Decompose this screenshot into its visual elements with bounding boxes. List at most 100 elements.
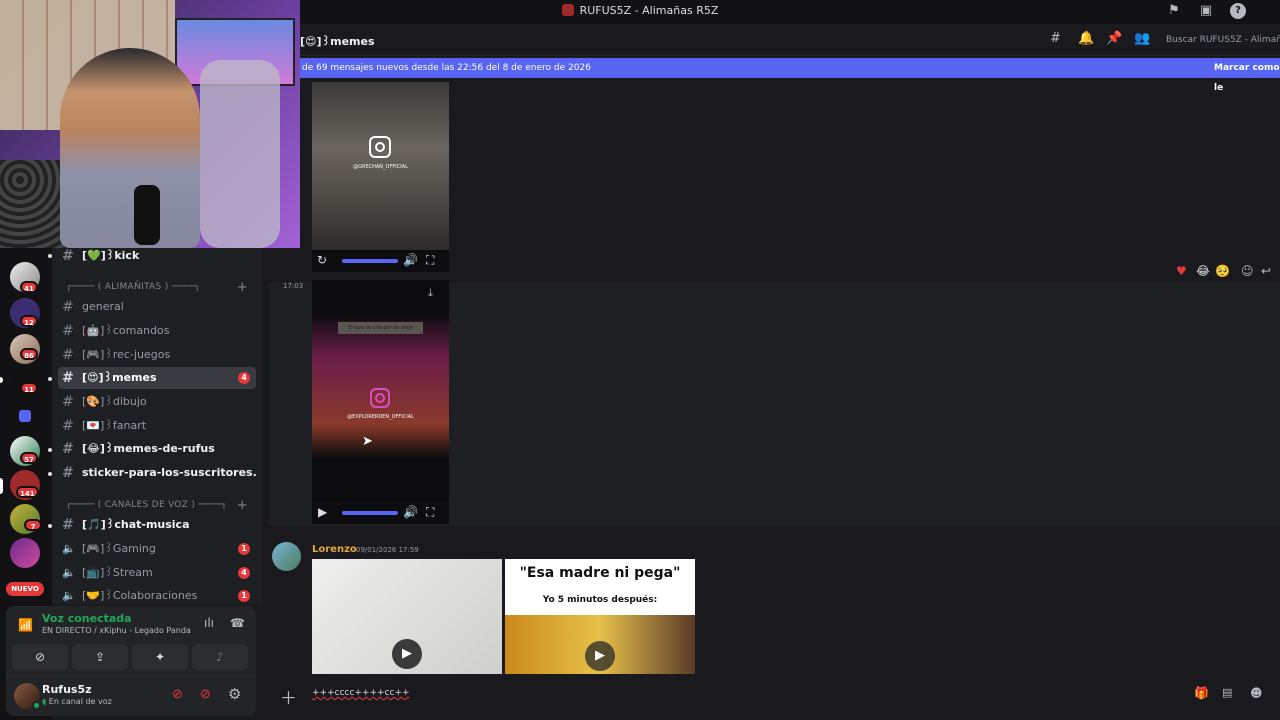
help-icon[interactable]: ? [1230,3,1246,19]
fullscreen-icon[interactable]: ⛶ [426,253,434,268]
video-embed[interactable]: ⤓ El que se cita por de aloja @EXPLORERD… [312,280,449,502]
activities-button[interactable]: ✦ [132,644,188,670]
unread-dot [48,377,52,381]
sad-reaction[interactable]: 🥺 [1215,264,1230,278]
deafen-icon[interactable]: ⊘ [200,687,211,702]
new-messages-bar[interactable]: de 69 mensajes nuevos desde las 22:56 de… [300,58,1280,93]
add-channel-icon[interactable]: + [237,280,248,295]
gif-icon[interactable]: ▤ [1222,686,1232,699]
mark-as-read-button[interactable]: Marcar como le [1214,58,1280,98]
channel-sticker[interactable]: # sticker-para-los-suscritores... [58,462,256,484]
meme-title: "Esa madre ni pega" [519,565,681,581]
author-avatar[interactable] [272,542,301,571]
unread-dot [48,472,52,476]
laugh-reaction[interactable]: 😂 [1196,264,1210,278]
hash-icon: # [62,441,74,457]
channel-comandos[interactable]: # [🤖]꒱comandos [58,320,256,342]
video-caption: El que se cita por de aloja [338,322,423,334]
status-dot [32,701,41,710]
volume-slider[interactable] [342,259,398,263]
screen-share-button[interactable]: ⇪ [72,644,128,670]
play-icon[interactable]: ▶ [392,639,422,669]
voice-badge: 1 [238,543,250,555]
pin-icon[interactable]: 📌 [1106,31,1122,46]
attach-plus-icon[interactable]: ＋ [280,684,297,709]
volume-icon[interactable]: 🔊 [403,253,418,267]
message-input[interactable]: +++cccc++++cc++ [312,688,410,698]
server-badge: 86 [20,348,38,360]
heart-reaction[interactable]: ♥ [1176,264,1187,278]
sticker-icon[interactable]: ☻ [1250,686,1263,700]
channel-memes-de-rufus[interactable]: # [😂]꒱memes-de-rufus [58,438,256,460]
hash-icon: # [62,248,74,264]
mic-muted-icon[interactable]: ⊘ [172,687,183,702]
speaker-icon: 🔈 [62,566,76,579]
category-alimanitas[interactable]: ┌──── ( ALIMAÑITAS ) ────┐ + [58,280,256,295]
voice-state-icon: ◖ [42,697,49,706]
threads-icon[interactable]: # [1050,31,1061,46]
hash-icon: # [62,323,74,339]
play-icon[interactable]: ▶ [585,641,615,671]
webcam-overlay [0,0,300,248]
download-icon[interactable]: ⤓ [428,286,433,300]
add-reaction-icon[interactable]: ☺ [1241,264,1254,278]
video-thumbnail[interactable]: "Esa madre ni pega" Yo 5 minutos después… [505,559,695,674]
fullscreen-icon[interactable]: ⛶ [426,505,434,520]
search-input[interactable]: Buscar RUFUS5Z - Alimañas [1162,30,1280,50]
server-badge: 11 [20,382,38,394]
reply-icon[interactable]: ↩ [1261,264,1271,278]
voice-detail: EN DIRECTO / xKiphu - Legado Panda ... [42,626,192,635]
channel-chat-musica[interactable]: # [🎵]꒱chat-musica [58,514,256,536]
add-channel-icon[interactable]: + [237,498,248,513]
channel-fanart[interactable]: # [💌]꒱fanart [58,415,256,437]
gaming-chair-image [200,60,280,248]
unread-dot [48,524,52,528]
voice-panel: 📶 Voz conectada EN DIRECTO / xKiphu - Le… [6,606,256,676]
cursor-icon: ➤ [362,434,373,449]
streamer-image [60,48,200,248]
hash-icon: # [62,465,74,481]
speaker-icon: 🔈 [62,589,76,602]
soundboard-button[interactable]: ♪ [192,644,248,670]
category-voz[interactable]: ┌──── ( CANALES DE VOZ ) ────┐ + [58,498,256,513]
volume-icon[interactable]: 🔊 [403,505,418,519]
replay-icon[interactable]: ↻ [317,253,327,267]
voice-badge: 4 [238,567,250,579]
play-icon[interactable]: ▶ [318,505,327,519]
channel-dibujo[interactable]: # [🎨]꒱dibujo [58,391,256,413]
server-badge: 141 [16,486,39,498]
instagram-icon [370,388,390,408]
channel-general[interactable]: # general [58,296,256,318]
channel-rec-juegos[interactable]: # [🎮]꒱rec-juegos [58,344,256,366]
disconnect-icon[interactable]: ☎ [230,616,245,630]
server-avatar[interactable] [10,538,40,568]
bell-icon[interactable]: 🔔 [1078,31,1094,46]
video-embed[interactable]: @GRECHAN_OFFICIAL [312,82,449,250]
screen-icon[interactable]: ▣ [1198,3,1214,19]
hash-icon: # [62,347,74,363]
voice-channel-stream[interactable]: 🔈 [📺]꒱Stream 4 [58,562,256,584]
volume-slider[interactable] [342,511,398,515]
voice-channel-colaboraciones[interactable]: 🔈 [🤝]꒱Colaboraciones 1 [58,585,256,607]
folder-icon[interactable] [19,410,31,422]
server-badge: 12 [20,315,38,327]
author-name[interactable]: Lorenzo [312,544,357,555]
inbox-icon[interactable]: ⚑ [1166,3,1182,19]
channel-kick[interactable]: # [💚]꒱kick [58,245,256,267]
members-icon[interactable]: 👥 [1134,31,1150,46]
settings-gear-icon[interactable]: ⚙ [228,685,241,703]
video-thumbnail[interactable]: ▶ [312,559,502,674]
username[interactable]: Rufus5z [42,683,92,696]
camera-off-button[interactable]: ⊘ [12,644,68,670]
message-time: 17:03 [283,282,304,290]
microphone-image [134,185,160,245]
unread-dot [48,254,52,258]
user-panel: Rufus5z ◖ En canal de voz ⊘ ⊘ ⚙ [6,676,256,716]
watermark-text: @GRECHAN_OFFICIAL [353,164,408,170]
gift-icon[interactable]: 🎁 [1194,686,1209,700]
speaker-icon: 🔈 [62,542,76,555]
channel-memes[interactable]: # [😍]꒱memes 4 [58,367,256,389]
message-composer[interactable]: ＋ +++cccc++++cc++ 🎁 ▤ ☻ [270,680,1280,710]
noise-suppression-icon[interactable]: ılı [204,616,214,630]
voice-channel-gaming[interactable]: 🔈 [🎮]꒱Gaming 1 [58,538,256,560]
